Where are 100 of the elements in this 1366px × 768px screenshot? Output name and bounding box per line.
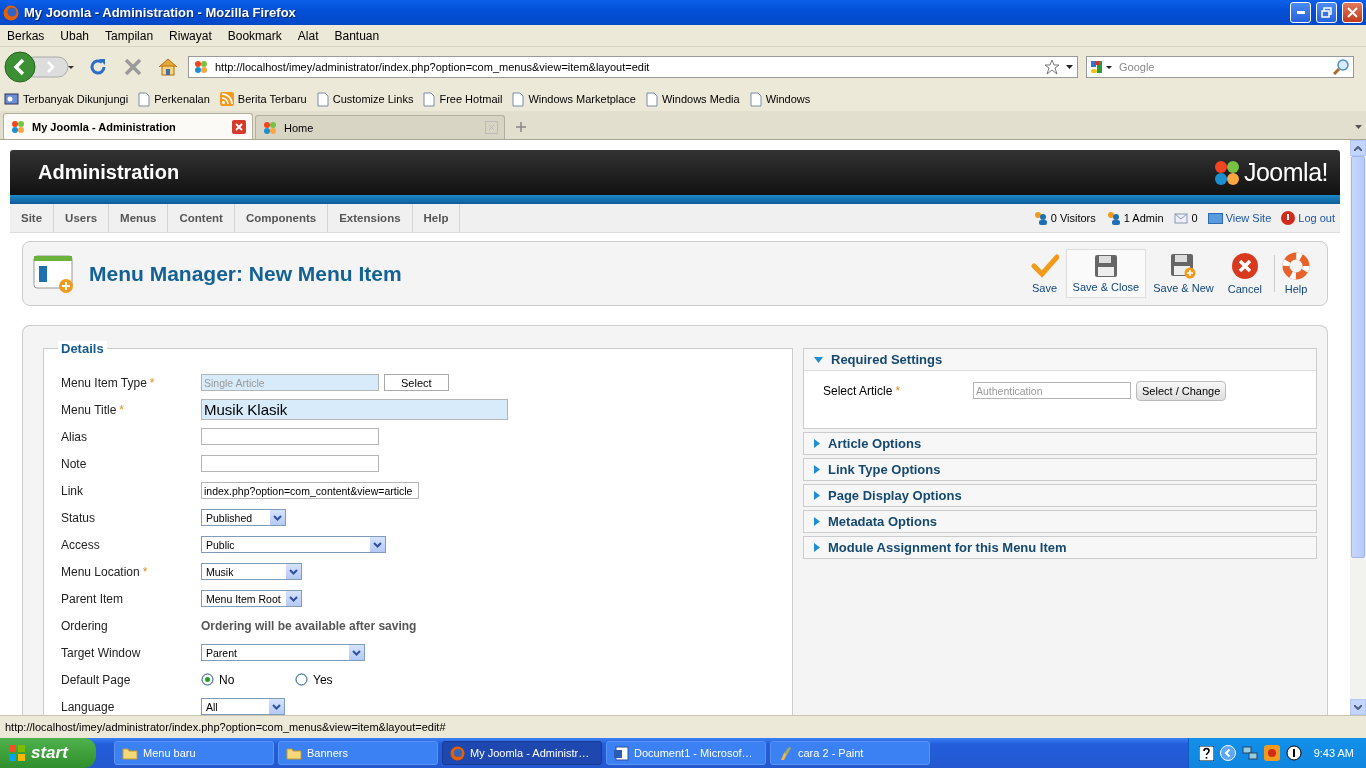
accordion-header[interactable]: Page Display Options bbox=[804, 485, 1316, 506]
accordion-header[interactable]: Link Type Options bbox=[804, 459, 1316, 480]
monitor-icon bbox=[1207, 212, 1223, 224]
input-field[interactable] bbox=[201, 455, 379, 472]
bookmark-link[interactable]: Berita Terbaru bbox=[219, 92, 307, 106]
nav-menu-item[interactable]: Menus bbox=[109, 204, 169, 232]
help-icon[interactable] bbox=[1198, 745, 1214, 761]
nav-menu-item[interactable]: Extensions bbox=[328, 204, 413, 232]
dropdown[interactable]: Public bbox=[201, 536, 386, 553]
radio-button[interactable] bbox=[201, 673, 214, 686]
dropdown[interactable]: All bbox=[201, 698, 285, 715]
toolbar-button[interactable]: Cancel bbox=[1220, 249, 1269, 298]
close-icon[interactable] bbox=[232, 119, 246, 134]
status-link[interactable]: View Site bbox=[1202, 204, 1277, 232]
browser-tab[interactable]: My Joomla - Administration bbox=[3, 113, 253, 139]
plus-icon bbox=[516, 122, 526, 132]
input-field[interactable] bbox=[201, 428, 379, 445]
caret-down-icon bbox=[1354, 125, 1362, 129]
dropdown[interactable]: Parent bbox=[201, 644, 365, 661]
field-label: Select Article * bbox=[823, 383, 902, 398]
triangle-right-icon bbox=[814, 543, 820, 552]
field-label: Status bbox=[61, 510, 97, 525]
bookmark-link[interactable]: Free Hotmail bbox=[423, 91, 503, 107]
taskbar-item[interactable]: Document1 - Microsof… bbox=[606, 741, 766, 765]
home-button[interactable] bbox=[158, 58, 178, 76]
accordion-header[interactable]: Metadata Options bbox=[804, 511, 1316, 532]
status-text: 0 Visitors bbox=[1027, 204, 1101, 232]
accordion-header[interactable]: Required Settings bbox=[804, 349, 1316, 370]
dropdown[interactable]: Menu Item Root bbox=[201, 590, 302, 607]
input-field[interactable]: index.php?option=com_content&view=article bbox=[201, 482, 419, 499]
menu-item[interactable]: Riwayat bbox=[169, 28, 212, 43]
chevron-left-icon[interactable] bbox=[1219, 745, 1236, 761]
caret-icon[interactable] bbox=[1066, 65, 1073, 69]
status-link[interactable]: Log out bbox=[1276, 204, 1340, 232]
input-field[interactable]: Musik Klasik bbox=[201, 399, 508, 420]
radio-button[interactable] bbox=[295, 673, 308, 686]
window-title: My Joomla - Administration - Mozilla Firefox bbox=[24, 5, 297, 20]
field-label: Note bbox=[61, 456, 88, 471]
network-icon[interactable] bbox=[1241, 745, 1258, 761]
site-icon bbox=[10, 118, 26, 135]
triangle-right-icon bbox=[814, 439, 820, 448]
accordion-header[interactable]: Module Assignment for this Menu Item bbox=[804, 537, 1316, 558]
nav-menu-item[interactable]: Content bbox=[168, 204, 235, 232]
nav-menu-item[interactable]: Help bbox=[412, 204, 461, 232]
close-button[interactable] bbox=[1342, 2, 1363, 23]
address-field[interactable]: http://localhost/imey/administrator/index.php?option=com_menus&view=item&layout=edit bbox=[188, 56, 1078, 78]
bookmark-link[interactable]: Terbanyak Dikunjungi bbox=[4, 92, 129, 106]
document-icon bbox=[614, 745, 629, 761]
triangle-right-icon bbox=[814, 517, 820, 526]
field-label: Language bbox=[61, 699, 116, 714]
page-icon bbox=[316, 91, 329, 107]
field-label: Access bbox=[61, 537, 101, 552]
menu-item[interactable]: Berkas bbox=[7, 28, 45, 43]
dropdown[interactable]: Musik bbox=[201, 563, 302, 580]
taskbar-item[interactable]: cara 2 - Paint bbox=[770, 741, 930, 765]
status-text: 0 bbox=[1168, 204, 1203, 232]
field-label: Parent Item bbox=[61, 591, 125, 606]
taskbar-item[interactable]: Menu baru bbox=[114, 741, 274, 765]
chevron-down-icon bbox=[1354, 704, 1362, 710]
fieldset-legend: Details bbox=[58, 341, 107, 356]
toolbar-button[interactable]: Save & New bbox=[1146, 249, 1221, 298]
search-field[interactable]: Google bbox=[1086, 56, 1354, 78]
stop-button[interactable] bbox=[124, 58, 142, 76]
taskbar-item[interactable]: My Joomla - Administr… bbox=[442, 741, 602, 765]
nav-menu-item[interactable]: Components bbox=[234, 204, 329, 232]
nav-menu-item[interactable]: Users bbox=[54, 204, 110, 232]
bookmark-link[interactable]: Windows Media bbox=[646, 91, 740, 107]
scrollbar[interactable] bbox=[1350, 140, 1366, 715]
dropdown[interactable]: Published bbox=[201, 509, 286, 526]
toolbar-button[interactable]: Save & Close bbox=[1065, 249, 1147, 298]
search-engine-icon[interactable] bbox=[1091, 59, 1113, 75]
bookmark-link[interactable]: Windows Marketplace bbox=[512, 91, 636, 107]
windows-flag-icon bbox=[8, 744, 26, 762]
page-icon bbox=[646, 91, 658, 107]
browser-tab[interactable]: Home bbox=[255, 115, 505, 139]
users-icon bbox=[1032, 211, 1048, 225]
page-heading: Menu Manager: New Menu Item bbox=[89, 261, 403, 286]
bookmark-link[interactable]: Windows bbox=[749, 91, 811, 107]
logo-text: Joomla! bbox=[1243, 158, 1328, 187]
star-icon[interactable] bbox=[1044, 59, 1060, 75]
menu-item[interactable]: Bantuan bbox=[334, 28, 380, 43]
menu-item[interactable]: Alat bbox=[297, 28, 319, 43]
chevron-down-icon bbox=[370, 537, 385, 552]
field-label: Alias bbox=[61, 429, 88, 444]
toolbar-button[interactable]: Save bbox=[1023, 249, 1066, 298]
search-icon[interactable] bbox=[1333, 59, 1349, 75]
menu-item[interactable]: Bookmark bbox=[227, 28, 282, 43]
nav-menu-item[interactable]: Site bbox=[10, 204, 55, 232]
chevron-up-icon bbox=[1354, 145, 1362, 151]
accordion-header[interactable]: Article Options bbox=[804, 433, 1316, 454]
restore-button[interactable] bbox=[1316, 2, 1337, 23]
bookmark-link[interactable]: Customize Links bbox=[316, 91, 414, 107]
minimize-button[interactable] bbox=[1290, 2, 1311, 23]
info-icon[interactable] bbox=[1285, 745, 1302, 761]
menu-item[interactable]: Ubah bbox=[60, 28, 90, 43]
toolbar-button[interactable]: Help bbox=[1275, 249, 1317, 298]
menu-item[interactable]: Tampilan bbox=[105, 28, 154, 43]
taskbar-item[interactable]: Banners bbox=[278, 741, 438, 765]
bookmark-link[interactable]: Perkenalan bbox=[138, 91, 210, 107]
reload-button[interactable] bbox=[88, 57, 108, 77]
